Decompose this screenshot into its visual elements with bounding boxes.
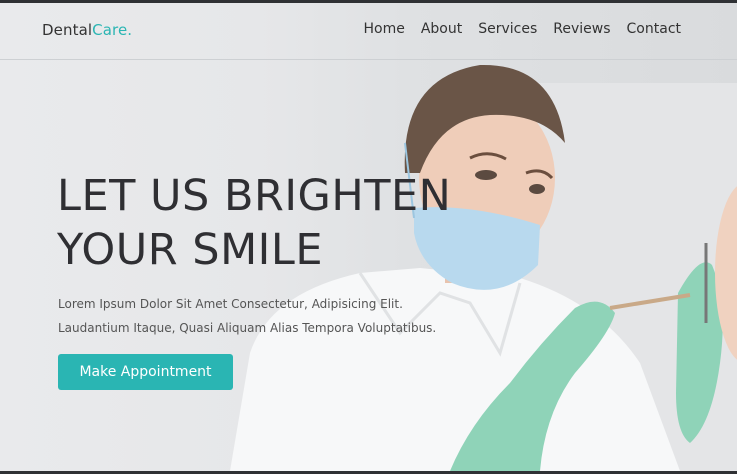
- hero-title-line2: YOUR SMILE: [57, 225, 323, 275]
- hero-title-line1: LET US BRIGHTEN: [57, 171, 452, 221]
- hero-desc-line2: Laudantium Itaque, Quasi Aliquam Alias T…: [58, 321, 437, 335]
- hero-desc-line1: Lorem Ipsum Dolor Sit Amet Consectetur, …: [58, 297, 403, 311]
- hero-description: Lorem Ipsum Dolor Sit Amet Consectetur, …: [58, 292, 436, 340]
- make-appointment-button[interactable]: Make Appointment: [58, 354, 233, 390]
- hero-title: LET US BRIGHTEN YOUR SMILE: [57, 169, 451, 277]
- left-eye: [475, 170, 497, 180]
- page: DentalCare. Home About Services Reviews …: [0, 3, 737, 471]
- right-eye: [529, 184, 545, 194]
